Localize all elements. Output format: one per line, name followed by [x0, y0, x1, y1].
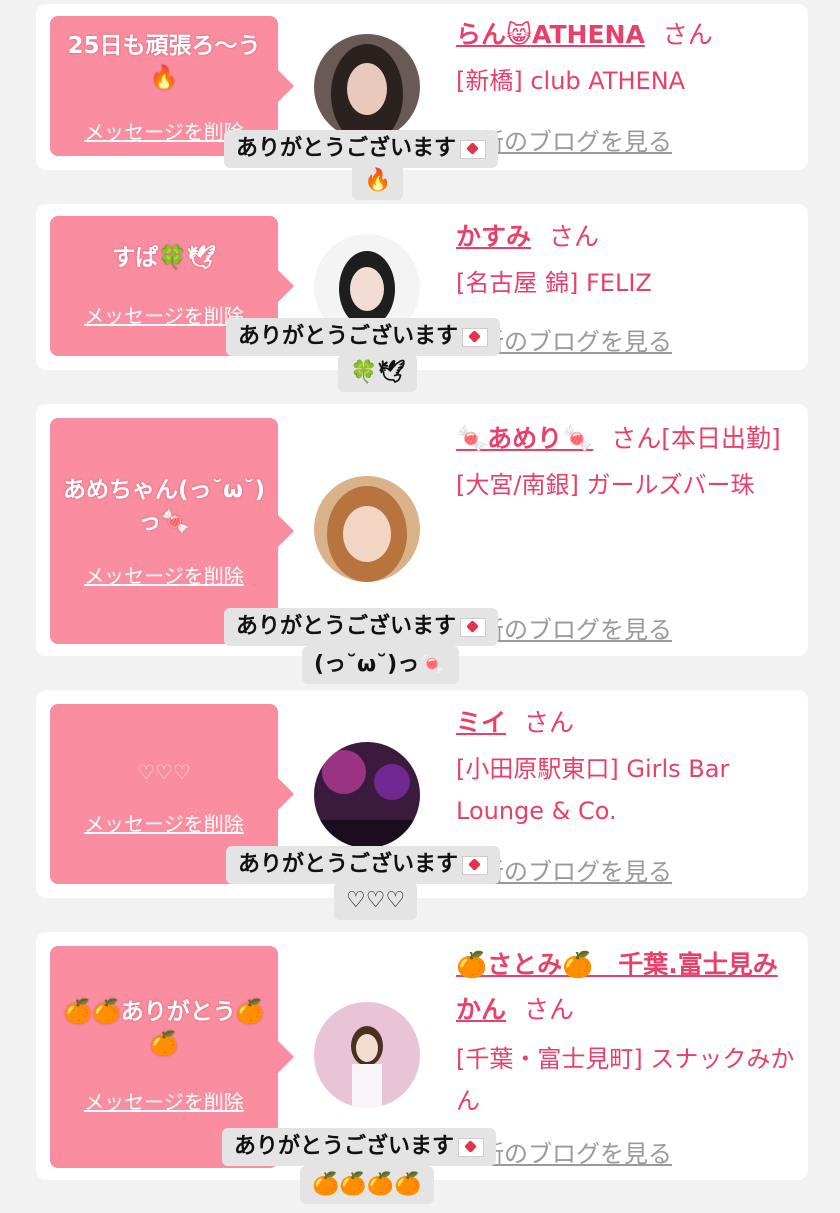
- avatar[interactable]: [314, 742, 420, 848]
- honorific: さん: [662, 20, 713, 49]
- message-text: 🍊🍊ありがとう🍊🍊: [63, 999, 265, 1057]
- thanks-text: ありがとうございます: [234, 1134, 455, 1159]
- profile-info: らん😸ATHENA さん [新橋] club ATHENA 最新のブログを見る: [456, 14, 796, 156]
- honorific: さん: [524, 708, 575, 737]
- thanks-tooltip-extra: 🔥: [352, 162, 404, 200]
- avatar[interactable]: [314, 1002, 420, 1108]
- avatar[interactable]: [314, 476, 420, 582]
- envelope-heart-icon: [462, 855, 489, 875]
- profile-name-link[interactable]: らん😸ATHENA: [456, 20, 645, 49]
- shop-name: [小田原駅東口] Girls Bar Lounge & Co.: [456, 755, 730, 825]
- thanks-tooltip-extra: ♡♡♡: [334, 882, 418, 920]
- delete-message-link[interactable]: メッセージを削除: [50, 808, 278, 837]
- shop-name: [名古屋 錦] FELIZ: [456, 269, 652, 297]
- profile-info: 🍊さとみ🍊 千葉.富士見みかん さん [千葉・富士見町] スナックみかん 最新のブ…: [456, 944, 796, 1168]
- thanks-tooltip: ありがとうございます: [222, 1128, 497, 1166]
- honorific: さん: [611, 424, 662, 453]
- profile-info: 🍬あめり🍬 さん[本日出勤] [大宮/南銀] ガールズバー珠 最新のブログを見る: [456, 418, 796, 644]
- thanks-tooltip: ありがとうございます: [226, 318, 501, 356]
- thanks-tooltip: ありがとうございます: [224, 608, 499, 646]
- profile-name-link[interactable]: かすみ: [456, 222, 531, 251]
- attendance-status: [本日出勤]: [661, 424, 781, 453]
- thanks-tooltip-extra: 🍊🍊🍊🍊: [300, 1166, 434, 1204]
- envelope-heart-icon: [462, 327, 489, 347]
- message-text: ♡♡♡: [137, 760, 191, 784]
- profile-info: ミイ さん [小田原駅東口] Girls Bar Lounge & Co. 最新の…: [456, 702, 796, 886]
- profile-name-link[interactable]: 🍊さとみ🍊 千葉.富士見みかん: [456, 950, 778, 1024]
- avatar[interactable]: [314, 34, 420, 140]
- envelope-heart-icon: [458, 1137, 485, 1157]
- envelope-heart-icon: [460, 617, 487, 637]
- thanks-tooltip-extra: 🍀🕊: [338, 354, 418, 392]
- profile-name-link[interactable]: ミイ: [456, 708, 506, 737]
- message-text: 25日も頑張ろ〜う🔥: [67, 33, 261, 91]
- envelope-heart-icon: [460, 139, 487, 159]
- honorific: さん: [524, 995, 575, 1024]
- delete-message-link[interactable]: メッセージを削除: [50, 1086, 278, 1115]
- shop-name: [千葉・富士見町] スナックみかん: [456, 1045, 795, 1115]
- profile-info: かすみ さん [名古屋 錦] FELIZ 最新のブログを見る: [456, 216, 796, 356]
- thanks-text: ありがとうございます: [238, 852, 459, 877]
- profile-name-link[interactable]: 🍬あめり🍬: [456, 424, 593, 453]
- thanks-text: ありがとうございます: [238, 324, 459, 349]
- thanks-text: ありがとうございます: [236, 614, 457, 639]
- thanks-text: ありがとうございます: [236, 136, 457, 161]
- thanks-tooltip: ありがとうございます: [226, 846, 501, 884]
- delete-message-link[interactable]: メッセージを削除: [50, 560, 278, 589]
- message-text: あめちゃん(っ˘ω˘)っ🍬: [62, 477, 265, 535]
- thanks-tooltip-extra: (っ˘ω˘)っ🍬: [302, 646, 459, 684]
- shop-name: [新橋] club ATHENA: [456, 67, 686, 95]
- message-text: すぱ🍀🕊: [112, 245, 216, 271]
- shop-name: [大宮/南銀] ガールズバー珠: [456, 471, 755, 499]
- honorific: さん: [549, 222, 600, 251]
